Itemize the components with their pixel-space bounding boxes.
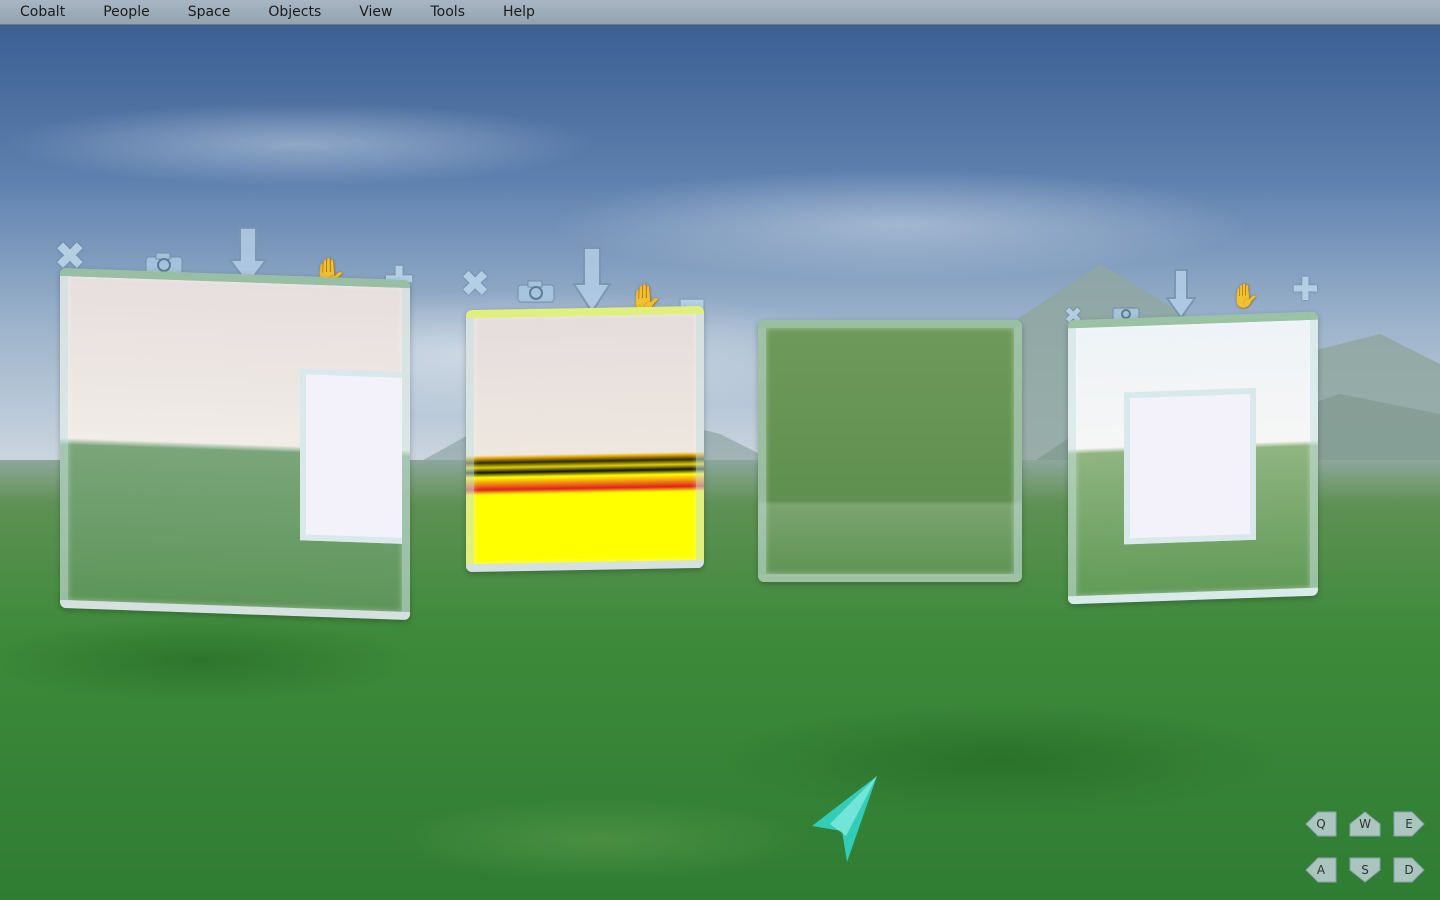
menu-bar: Cobalt People Space Objects View Tools H… bbox=[0, 0, 1440, 25]
pointer-cursor bbox=[812, 776, 877, 862]
window-panel-1[interactable] bbox=[60, 267, 410, 621]
nav-key-d[interactable]: D bbox=[1392, 856, 1426, 884]
close-icon[interactable]: ✖ bbox=[460, 264, 490, 305]
nested-window[interactable] bbox=[1124, 387, 1256, 545]
menu-people[interactable]: People bbox=[83, 0, 168, 24]
3d-viewport[interactable]: ✖ ✋ ✚ ✖ ✋ ▬ ✖ ✋ ✚ Q W bbox=[0, 24, 1440, 900]
nav-key-q[interactable]: Q bbox=[1304, 810, 1338, 838]
hand-icon[interactable]: ✋ bbox=[1230, 282, 1260, 310]
plus-icon[interactable]: ✚ bbox=[1292, 270, 1319, 308]
menu-cobalt[interactable]: Cobalt bbox=[0, 0, 83, 24]
nav-key-w[interactable]: W bbox=[1348, 810, 1382, 838]
nav-key-s[interactable]: S bbox=[1348, 856, 1382, 884]
window-panel-2[interactable] bbox=[466, 305, 704, 573]
nav-key-e[interactable]: E bbox=[1392, 810, 1426, 838]
menu-space[interactable]: Space bbox=[168, 0, 249, 24]
menu-help[interactable]: Help bbox=[483, 0, 553, 24]
menu-objects[interactable]: Objects bbox=[248, 0, 339, 24]
window-panel-4[interactable] bbox=[1068, 311, 1318, 605]
menu-view[interactable]: View bbox=[339, 0, 410, 24]
window-panel-3[interactable] bbox=[758, 320, 1022, 582]
nav-key-a[interactable]: A bbox=[1304, 856, 1338, 884]
camera-icon[interactable] bbox=[516, 280, 556, 308]
menu-tools[interactable]: Tools bbox=[411, 0, 484, 24]
nested-window[interactable] bbox=[300, 368, 410, 545]
